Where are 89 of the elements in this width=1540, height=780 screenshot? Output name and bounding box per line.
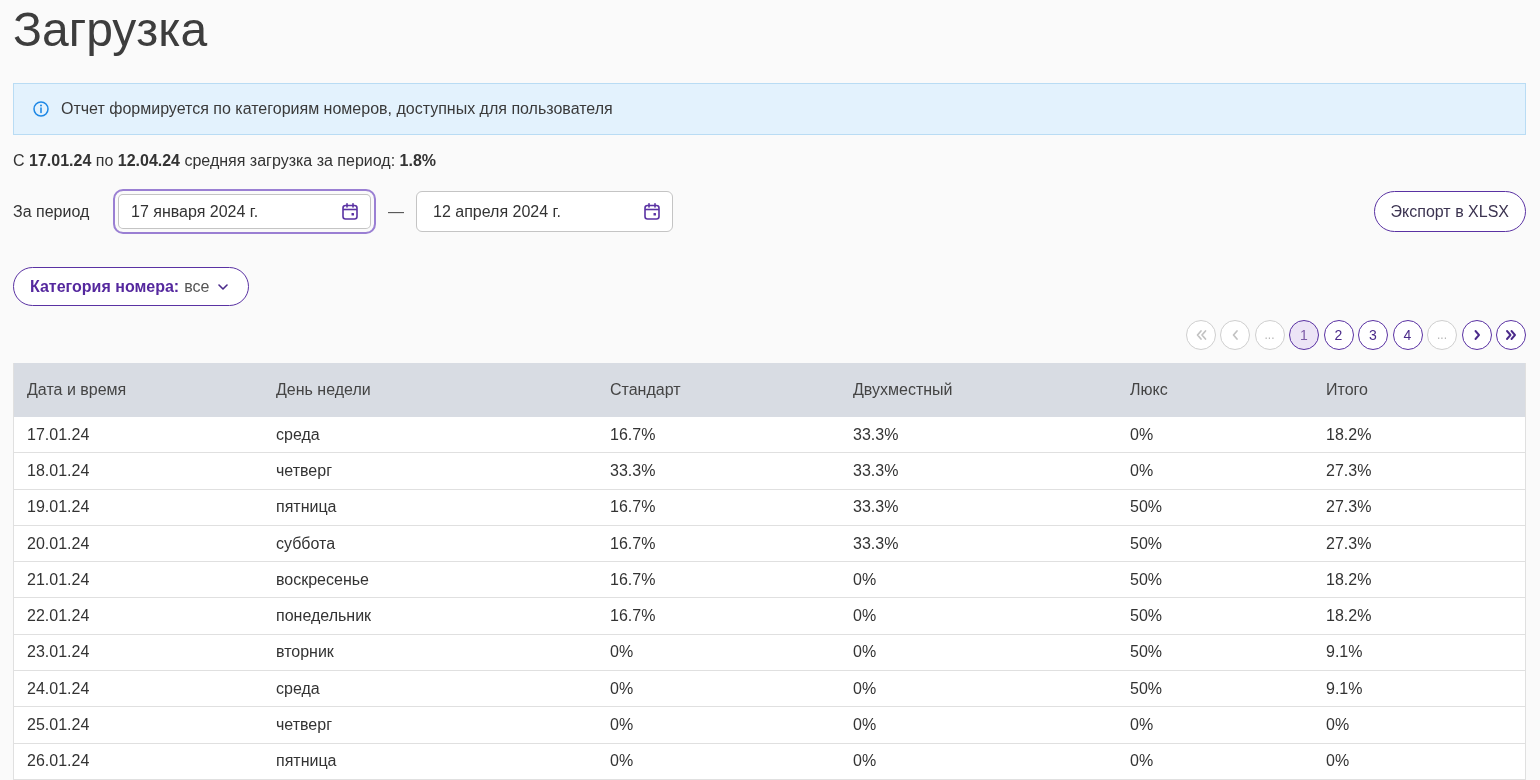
double-chevron-right-icon <box>1505 329 1517 341</box>
table-cell-text: 19.01.24 <box>27 497 90 518</box>
table-cell-text: 0% <box>853 678 877 699</box>
pagination-ellipsis: ... <box>1427 320 1457 350</box>
table-cell-text: 9.1% <box>1326 678 1363 699</box>
table-cell-text: среда <box>276 424 320 445</box>
table-cell-text: 50% <box>1130 533 1163 554</box>
info-icon <box>33 101 49 117</box>
table-cell-text: суббота <box>276 533 336 554</box>
export-button[interactable]: Экспорт в XLSX <box>1373 191 1526 232</box>
column-header: Итого <box>1326 380 1368 400</box>
table-cell-text: 21.01.24 <box>27 569 90 590</box>
table-cell-text: 33.3% <box>853 533 899 554</box>
last-page-button[interactable] <box>1496 320 1526 350</box>
table-cell-text: 18.2% <box>1326 569 1372 590</box>
double-chevron-left-icon <box>1194 329 1207 341</box>
table-cell-text: 16.7% <box>610 533 656 554</box>
table-cell-text: 50% <box>1130 569 1163 590</box>
table-cell-text: 0% <box>853 569 877 590</box>
table-cell-text: 0% <box>853 751 877 772</box>
category-filter-button[interactable]: Категория номера: все <box>13 267 250 306</box>
table-cell-text: 0% <box>853 606 877 627</box>
table-cell-text: 27.3% <box>1326 497 1372 518</box>
table-cell-text: 33.3% <box>853 460 899 481</box>
period-label: За период <box>13 202 90 220</box>
table-cell-text: 0% <box>853 715 877 735</box>
table-cell-text: 0% <box>1130 715 1154 735</box>
table-cell-text: 0% <box>610 678 634 699</box>
table-cell-text: 18.2% <box>1326 424 1372 445</box>
table-cell-text: 26.01.24 <box>27 751 90 772</box>
table-cell-text: 22.01.24 <box>27 606 90 627</box>
table-cell-text: воскресенье <box>276 569 369 590</box>
info-text: Отчет формируется по категориям номеров, доступных для пользователя <box>61 99 613 119</box>
table-cell-text: 0% <box>610 642 634 663</box>
table-cell-text: четверг <box>276 460 332 481</box>
column-header: Двухместный <box>853 380 953 400</box>
table-cell-text: 17.01.24 <box>27 424 90 445</box>
table-cell-text: 0% <box>853 642 877 663</box>
table-cell-text: понедельник <box>276 606 372 627</box>
table-cell-text: 50% <box>1130 606 1163 627</box>
table-cell-text: 33.3% <box>853 497 899 518</box>
table-cell-text: 27.3% <box>1326 460 1372 481</box>
pagination-ellipsis: ... <box>1254 320 1285 350</box>
table-cell-text: 24.01.24 <box>27 678 90 699</box>
table-cell-text: 23.01.24 <box>27 642 90 663</box>
date-field[interactable]: 12 апреля 2024 г. <box>416 191 673 232</box>
table-cell-text: 25.01.24 <box>27 715 90 735</box>
table-cell-text: 16.7% <box>610 424 656 445</box>
calendar-icon <box>644 203 660 220</box>
table-cell-text: пятница <box>276 497 337 518</box>
table-cell-text: 0% <box>1130 460 1154 481</box>
table-cell-text: 0% <box>1130 751 1154 772</box>
table-cell-text: 0% <box>1326 751 1350 772</box>
table-cell-text: 16.7% <box>610 497 656 518</box>
table-cell-text: 16.7% <box>610 569 656 590</box>
page-button[interactable]: 3 <box>1358 320 1388 350</box>
table-cell-text: 33.3% <box>853 424 899 445</box>
table-cell-text: 50% <box>1130 642 1163 663</box>
table-cell-text: 0% <box>1326 715 1350 735</box>
table-cell-text: четверг <box>276 715 332 735</box>
table-cell-text: 0% <box>1130 424 1154 445</box>
column-header: Стандарт <box>610 380 681 400</box>
page-title: Загрузка <box>13 2 208 58</box>
table-cell-text: среда <box>276 678 320 699</box>
table-cell-text: 50% <box>1130 678 1163 699</box>
table-cell-text: 0% <box>610 715 634 735</box>
page-button[interactable]: 4 <box>1392 320 1423 350</box>
table-cell-text: пятница <box>276 751 337 772</box>
next-page-button[interactable] <box>1461 320 1492 350</box>
page-button[interactable]: 1 <box>1289 320 1319 350</box>
date-field[interactable]: 17 января 2024 г. <box>113 189 376 234</box>
table-cell-text: 18.01.24 <box>27 460 90 481</box>
period-summary: С 17.01.24 по 12.04.24 средняя загрузка за период: 1.8% <box>13 151 436 171</box>
date-separator: — <box>388 201 404 222</box>
table-cell-text: 18.2% <box>1326 606 1372 627</box>
table-cell-text: 20.01.24 <box>27 533 90 554</box>
chevron-down-icon <box>218 283 229 290</box>
table-cell-text: 27.3% <box>1326 533 1372 554</box>
calendar-icon <box>342 203 358 220</box>
column-header: Дата и время <box>27 380 127 400</box>
column-header: Люкс <box>1130 380 1168 400</box>
table-cell-text: 16.7% <box>610 606 656 627</box>
table-cell-text: 0% <box>610 751 634 772</box>
table-cell-text: 9.1% <box>1326 642 1363 663</box>
table-cell-text: вторник <box>276 642 334 663</box>
table-cell-text: 50% <box>1130 497 1163 518</box>
page-button[interactable]: 2 <box>1323 320 1354 350</box>
table-cell-text: 33.3% <box>610 460 656 481</box>
column-header: День недели <box>276 380 371 400</box>
